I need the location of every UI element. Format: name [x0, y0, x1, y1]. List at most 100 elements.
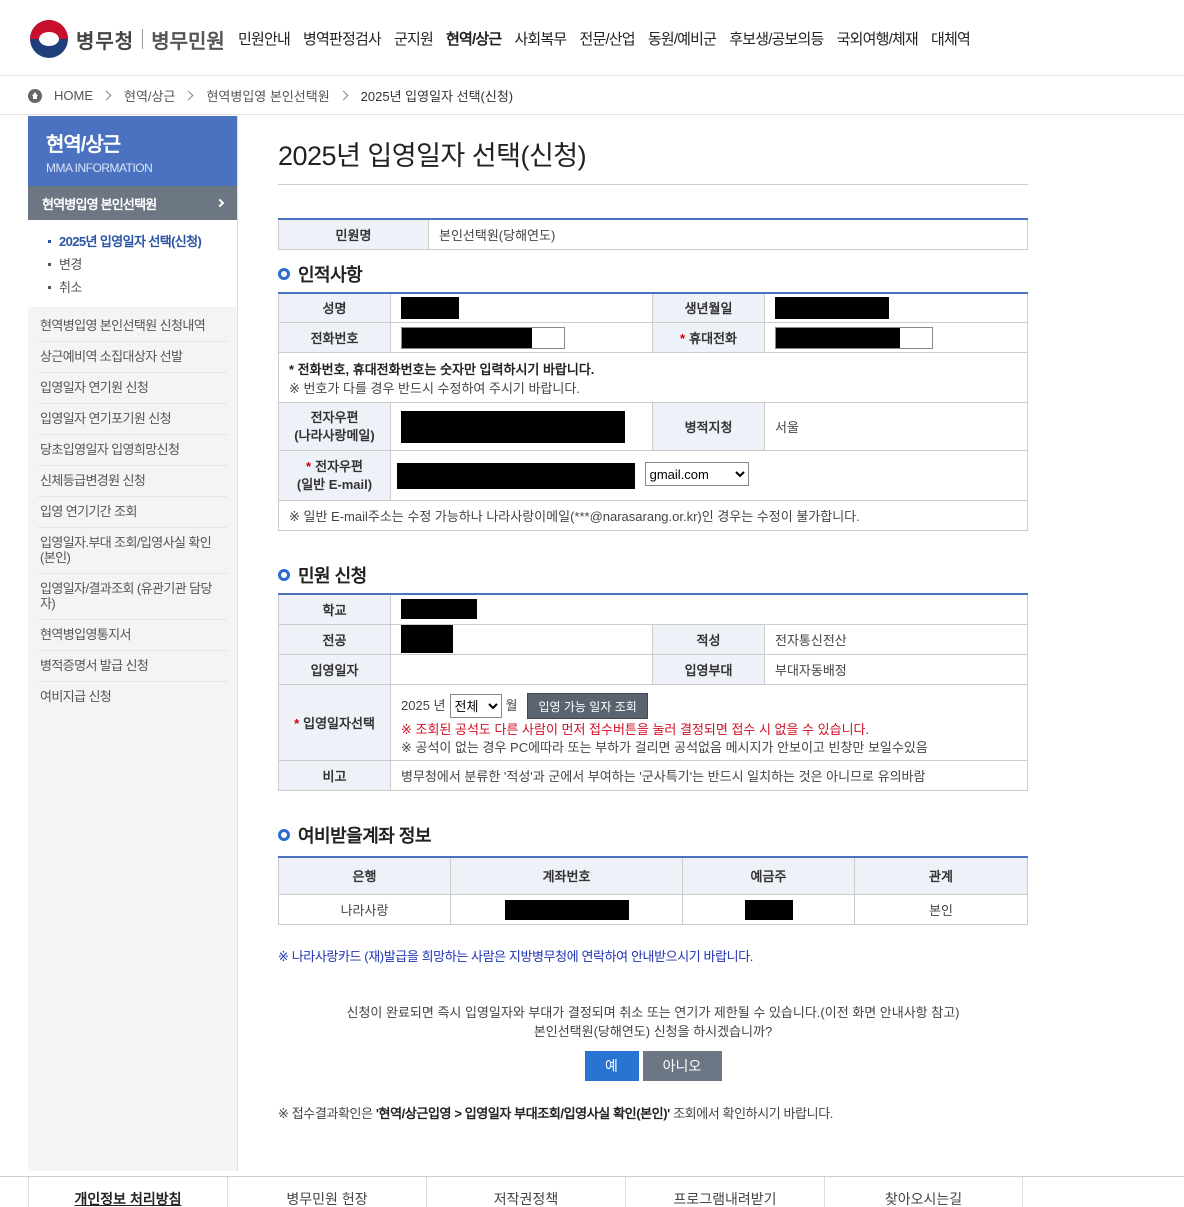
sidebar-item-active[interactable]: 현역병입영 본인선택원 — [28, 186, 237, 220]
nav-item[interactable]: 사회복무 — [514, 28, 567, 49]
sidebar-sub-item[interactable]: 취소 — [46, 276, 237, 299]
redacted-school — [401, 599, 477, 620]
sidebar-item[interactable]: 입영일자 연기포기원 신청 — [38, 404, 227, 435]
nav-item[interactable]: 대체역 — [931, 28, 971, 49]
redacted-holder — [744, 899, 793, 920]
date-label: 입영일자 — [278, 653, 391, 685]
sidebar-sub-item-current[interactable]: 2025년 입영일자 선택(신청) — [46, 230, 237, 253]
no-button[interactable]: 아니오 — [642, 1051, 722, 1081]
major-label: 전공 — [278, 623, 391, 655]
civil-table: 민원명 본인선택원(당해연도) — [278, 218, 1028, 250]
footer-link[interactable]: 프로그램내려받기 — [625, 1177, 824, 1207]
nav-item[interactable]: 전문/산업 — [579, 28, 635, 49]
redacted-major — [401, 625, 453, 653]
phone-input[interactable] — [401, 326, 565, 349]
civil-value: 본인선택원(당해연도) — [428, 218, 1028, 250]
phone-label: 전화번호 — [278, 322, 391, 353]
sidebar-header: 현역/상근 MMA INFORMATION — [28, 116, 237, 186]
section-apply: 민원 신청 — [278, 561, 1028, 589]
section-title: 여비받을계좌 정보 — [298, 825, 431, 846]
relation-cell: 본인 — [854, 894, 1028, 925]
nav-item-active[interactable]: 현역/상근 — [446, 28, 502, 49]
sidebar-item[interactable]: 입영일자/결과조회 (유관기관 담당자) — [38, 574, 227, 620]
school-label: 학교 — [278, 593, 391, 625]
sidebar-item[interactable]: 입영일자.부대 조회/입영사실 확인(본인) — [38, 528, 227, 574]
nav-item[interactable]: 후보생/공보의등 — [729, 28, 824, 49]
confirm-line: 본인선택원(당해연도) 신청을 하시겠습니까? — [533, 1024, 773, 1039]
footer-link[interactable]: 저작권정책 — [426, 1177, 625, 1207]
footer-link[interactable]: 병무민원 헌장 — [227, 1177, 426, 1207]
logo-subtitle: 병무민원 — [151, 30, 225, 53]
account-table: 은행 계좌번호 예금주 관계 나라사랑 본인 — [278, 855, 1028, 925]
chevron-right-icon — [338, 90, 349, 101]
nav-item[interactable]: 병역판정검사 — [303, 28, 382, 49]
home-icon[interactable] — [28, 88, 42, 103]
nav-item[interactable]: 국외여행/체재 — [837, 28, 919, 49]
footer-link-privacy[interactable]: 개인정보 처리방침 — [28, 1177, 227, 1207]
sidebar-item[interactable]: 여비지급 신청 — [38, 682, 227, 712]
remark-value: 병무청에서 분류한 '적성'과 군에서 부여하는 '군사특기'는 반드시 일치하… — [390, 759, 1028, 791]
email-note: ※ 일반 E-mail주소는 수정 가능하나 나라사랑이메일(***@naras… — [278, 500, 1028, 531]
table-row: 나라사랑 본인 — [278, 894, 1028, 925]
mobile-input[interactable] — [775, 326, 933, 349]
breadcrumb: HOME 현역/상근 현역병입영 본인선택원 2025년 입영일자 선택(신청) — [0, 77, 1184, 115]
month-suffix: 월 — [505, 698, 518, 713]
sidebar-item[interactable]: 신체등급변경원 신청 — [38, 466, 227, 497]
year-text: 2025 년 — [401, 698, 446, 713]
reg-office-label: 병적지청 — [652, 402, 765, 451]
sidebar-sub-menu: 2025년 입영일자 선택(신청) 변경 취소 — [28, 220, 237, 307]
redacted-name — [401, 296, 459, 319]
account-header: 은행 — [278, 856, 451, 895]
breadcrumb-item[interactable]: 현역병입영 본인선택원 — [206, 86, 329, 105]
confirm-message: 신청이 완료되면 즉시 입영일자와 부대가 결정되며 취소 또는 연기가 제한될… — [278, 1003, 1028, 1041]
select-date-label: * 입영일자선택 — [278, 683, 391, 761]
month-select[interactable]: 전체 — [449, 694, 502, 718]
redacted-account-number — [504, 899, 629, 920]
personal-table: 성명 생년월일 전화번호 * 휴대전화 * 전화번호, 휴대전화번호는 숫자만 입… — [278, 291, 1028, 531]
sidebar-active-label: 현역병입영 본인선택원 — [42, 196, 157, 212]
unit-label: 입영부대 — [652, 653, 765, 685]
sidebar-item[interactable]: 입영일자 연기원 신청 — [38, 373, 227, 404]
phone-note: * 전화번호, 휴대전화번호는 숫자만 입력하시기 바랍니다. — [289, 361, 595, 377]
taeguk-logo-icon — [30, 20, 68, 58]
footer: 개인정보 처리방침 병무민원 헌장 저작권정책 프로그램내려받기 찾아오시는길 — [0, 1176, 1184, 1207]
email-domain-select[interactable]: gmail.com — [644, 462, 749, 487]
sidebar-item[interactable]: 현역병입영통지서 — [38, 620, 227, 651]
reg-office-value: 서울 — [764, 402, 1028, 451]
section-bullet-icon — [278, 569, 290, 581]
date-value — [390, 653, 653, 685]
sidebar-item[interactable]: 상근예비역 소집대상자 선발 — [38, 342, 227, 373]
name-label: 성명 — [278, 292, 391, 323]
sidebar-item[interactable]: 현역병입영 본인선택원 신청내역 — [38, 311, 227, 342]
section-bullet-icon — [278, 828, 290, 841]
warning-text: ※ 조회된 공석도 다른 사람이 먼저 접수버튼을 눌러 결정되면 접수 시 없… — [401, 722, 870, 737]
section-personal: 인적사항 — [278, 260, 1028, 288]
yes-button[interactable]: 예 — [584, 1051, 639, 1081]
mobile-label: * 휴대전화 — [652, 322, 765, 353]
sidebar-title: 현역/상근 — [46, 134, 121, 156]
chevron-right-icon — [184, 90, 194, 101]
nav-item[interactable]: 민원안내 — [238, 28, 291, 49]
section-title: 인적사항 — [298, 264, 363, 285]
sidebar-item[interactable]: 입영 연기기간 조회 — [38, 497, 227, 528]
sidebar-item[interactable]: 병적증명서 발급 신청 — [38, 651, 227, 682]
account-header: 계좌번호 — [450, 856, 683, 895]
sidebar-item[interactable]: 당초입영일자 입영희망신청 — [38, 435, 227, 466]
aptitude-label: 적성 — [652, 623, 765, 655]
email-label: * 전자우편 (일반 E-mail) — [278, 450, 391, 501]
breadcrumb-item[interactable]: 현역/상근 — [124, 86, 175, 105]
breadcrumb-home[interactable]: HOME — [54, 88, 93, 103]
email-input[interactable] — [397, 462, 635, 489]
nav-item[interactable]: 동원/예비군 — [648, 28, 717, 49]
section-account: 여비받을계좌 정보 — [278, 821, 1028, 849]
site-logo[interactable]: 병무청 병무민원 — [30, 20, 225, 58]
sidebar-menu: 현역병입영 본인선택원 신청내역 상근예비역 소집대상자 선발 입영일자 연기원… — [28, 307, 237, 712]
breadcrumb-current: 2025년 입영일자 선택(신청) — [360, 89, 514, 104]
sidebar-sub-item[interactable]: 변경 — [46, 253, 237, 276]
footer-link[interactable]: 찾아오시는길 — [824, 1177, 1023, 1207]
nav-item[interactable]: 군지원 — [394, 28, 434, 49]
lookup-dates-button[interactable]: 입영 가능 일자 조회 — [527, 693, 648, 719]
sidebar-subtitle: MMA INFORMATION — [46, 161, 153, 175]
epost-label: 전자우편 (나라사랑메일) — [278, 402, 391, 451]
main-content: 2025년 입영일자 선택(신청) 민원명 본인선택원(당해연도) 인적사항 성… — [278, 116, 1028, 1122]
